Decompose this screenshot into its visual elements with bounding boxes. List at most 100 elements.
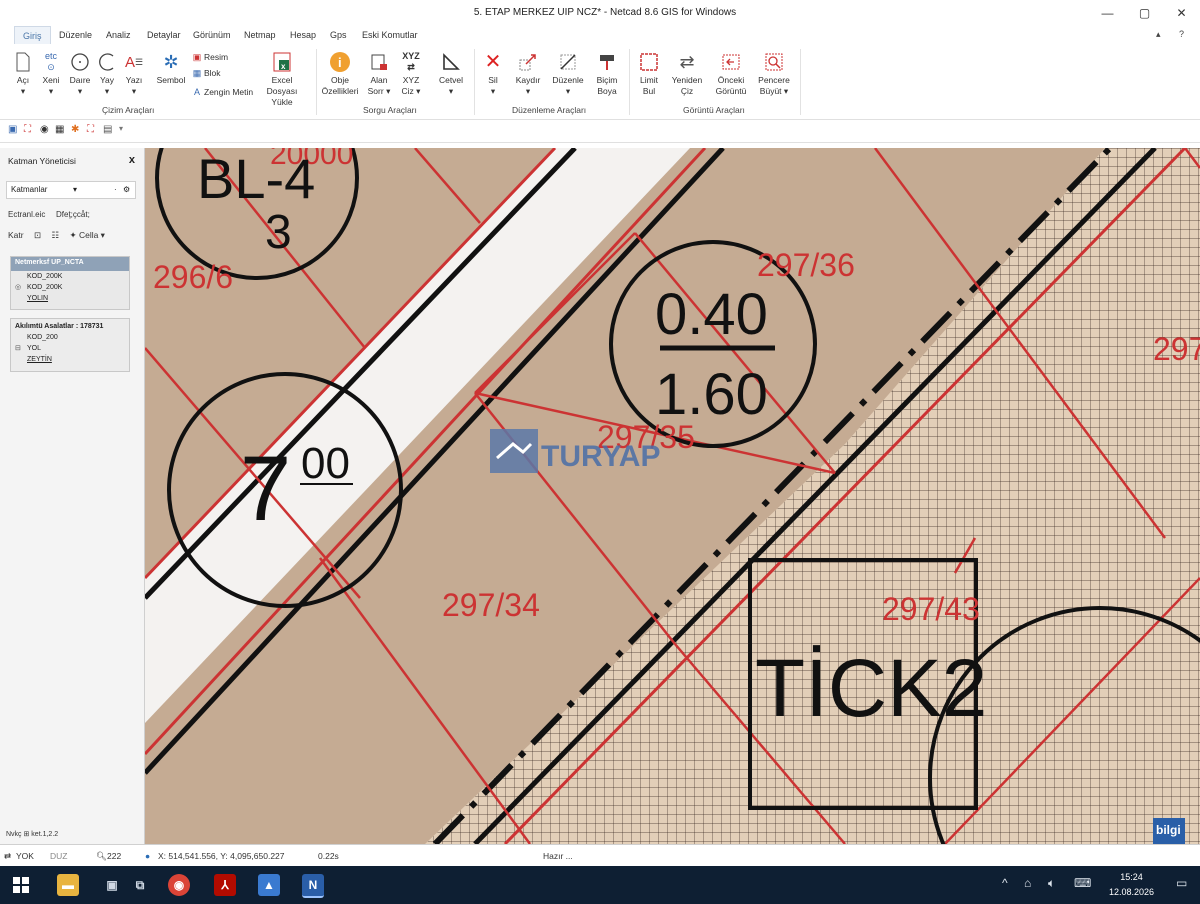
file-explorer-icon[interactable]: ▬ [57, 874, 79, 896]
area-query-button[interactable]: Alan Sorr ▾ [364, 49, 394, 97]
previous-view-icon [712, 49, 750, 75]
ribbon: Açı ▾ etc ⊙ Xeni ▾ Daıre ▾ Yay ▾ A ☰ Yazı ▾ ✲ S… [0, 45, 1200, 120]
task-view-icon[interactable]: ⧉ [129, 874, 151, 896]
tab-eski-komutlar[interactable]: Eski Komutlar [362, 30, 418, 40]
quick-snap-icon[interactable]: ⛶ [24, 124, 31, 135]
rich-text-icon: A [193, 87, 200, 97]
settings-gear-icon[interactable]: ⚙ [123, 185, 130, 194]
limit-find-button[interactable]: Limit Bul [634, 49, 664, 97]
block-label: BL-4 [197, 148, 315, 210]
layer-row[interactable]: ⊟ YOL [11, 343, 129, 354]
object-properties-button[interactable]: i Obje Özellikleri [320, 49, 360, 97]
arc-button[interactable]: Yay ▾ [96, 49, 118, 97]
document-icon [12, 49, 34, 75]
layer-tool-4[interactable]: ✦ Cella ▾ [69, 230, 104, 240]
draw-mode[interactable]: DUZ [50, 851, 67, 861]
edit-button[interactable]: Düzenle ▾ [549, 49, 587, 97]
layer-manager-panel: Katman Yöneticisi x Katmanlar ▾ · ⚙ Ectr… [0, 148, 145, 844]
tab-duzenle[interactable]: Düzenle [59, 30, 92, 40]
zoom-level[interactable]: 222 [107, 851, 121, 861]
symbol-button[interactable]: ✲ Sembol [154, 49, 188, 86]
layer-row[interactable]: KOD_200 [11, 332, 129, 343]
panel-bottom-bar[interactable]: Nvkç ⊞ ket.1,2.2 [6, 830, 58, 838]
photos-icon[interactable]: ▲ [258, 874, 280, 896]
netcad-icon[interactable]: N [302, 874, 324, 898]
tab-gps[interactable]: Gps [330, 30, 347, 40]
map-drawing[interactable]: 20000 BL-4 3 296/6 297/36 297 0.40 1.60 … [145, 148, 1200, 844]
keyboard-icon[interactable]: ⌨ [1074, 876, 1091, 890]
snap-status[interactable]: YOK [16, 851, 34, 861]
previous-view-button[interactable]: Önceki Görüntü [712, 49, 750, 97]
quick-grid-icon[interactable]: ▦ [55, 124, 64, 135]
panel-tab-2[interactable]: Dfeţ;çcåt; [56, 210, 90, 219]
tab-giris[interactable]: Giriş [14, 26, 51, 44]
tray-arrow-icon[interactable]: ^ [1002, 876, 1008, 890]
layer-tool-2[interactable]: ⊡ [34, 230, 41, 240]
format-paint-button[interactable]: Biçim Boya [592, 49, 622, 97]
road-edge [145, 148, 577, 600]
block-button[interactable]: ▦ Blok [192, 68, 221, 79]
layer-tool-1[interactable]: Katr [8, 230, 24, 240]
delete-button[interactable]: ✕ Sil ▾ [480, 49, 506, 97]
rich-text-button[interactable]: A Zengin Metin [192, 87, 253, 97]
pdf-reader-icon[interactable]: ⅄ [214, 874, 236, 896]
tab-netmap[interactable]: Netmap [244, 30, 276, 40]
circle-button[interactable]: Daıre ▾ [68, 49, 92, 97]
quick-extent-icon[interactable]: ⛶ [87, 124, 94, 135]
network-icon[interactable]: ⌂ [1024, 876, 1031, 890]
tab-gorunum[interactable]: Görünüm [193, 30, 231, 40]
quick-more-icon[interactable]: ▾ [119, 124, 123, 133]
layer-row[interactable]: ZEYTİN [11, 354, 129, 365]
quick-layers-icon[interactable]: ▤ [103, 124, 112, 135]
snap-icon[interactable]: ⇄ [4, 851, 11, 862]
layer-group-header-2[interactable]: Akılımtü Asalatlar : 178731 [11, 319, 129, 332]
clock[interactable]: 15:24 12.08.2026 [1109, 870, 1154, 900]
edit-line-icon [549, 49, 587, 75]
desktop-icon[interactable]: ▣ [101, 874, 123, 896]
ratio-bottom: 1.60 [655, 362, 768, 427]
panel-title: Katman Yöneticisi [8, 156, 76, 166]
ribbon-controls[interactable]: ▴ ? [1156, 29, 1192, 40]
new-button[interactable]: etc ⊙ Xeni ▾ [38, 49, 64, 97]
panel-tab-1[interactable]: Ectranl.eic [8, 210, 45, 219]
tab-hesap[interactable]: Hesap [290, 30, 316, 40]
open-button[interactable]: Açı ▾ [12, 49, 34, 97]
xyz-draw-button[interactable]: XYZ ⇄ XYZ Ciz ▾ [398, 49, 424, 97]
layer-type-icon: ⊟ [15, 345, 21, 352]
close-button[interactable]: ✕ [1163, 0, 1200, 26]
visibility-icon[interactable]: ◎ [15, 282, 21, 293]
parcel-label-297-36: 297/36 [757, 247, 855, 283]
excel-load-button[interactable]: x Excel Dosyası Yükle [256, 49, 308, 108]
layer-tool-3[interactable]: ☷ [51, 230, 59, 240]
area-label-1: Alan [370, 75, 388, 85]
layer-row[interactable]: YOLIN [11, 293, 129, 304]
map-canvas[interactable]: 20000 BL-4 3 296/6 297/36 297 0.40 1.60 … [145, 148, 1200, 844]
zoom-window-button[interactable]: Pencere Büyüt ▾ [756, 49, 792, 97]
taskbar: ▬ ▣ ⧉ ◉ ⅄ ▲ N ^ ⌂ 🔈︎ ⌨ 15:24 12.08.2026 … [0, 866, 1200, 904]
minimize-button[interactable]: — [1089, 0, 1126, 26]
ruler-button[interactable]: Cetvel ▾ [434, 49, 468, 97]
volume-icon[interactable]: 🔈︎ [1048, 876, 1055, 891]
xyz-icon: XYZ ⇄ [402, 51, 420, 72]
layer-row[interactable]: ◎ KOD_200K [11, 282, 129, 293]
layer-group-header-1[interactable]: Netmerksf UP_NCTA [11, 257, 129, 271]
watermark-logo [490, 429, 538, 473]
text-button[interactable]: A ☰ Yazı ▾ [122, 49, 146, 97]
layers-dropdown[interactable]: Katmanlar ▾ · ⚙ [6, 181, 136, 199]
panel-close-button[interactable]: x [129, 154, 135, 166]
image-button[interactable]: ▣ Resim [192, 52, 228, 63]
tab-analiz[interactable]: Analiz [106, 30, 131, 40]
tab-detaylar[interactable]: Detaylar [147, 30, 181, 40]
windows-start-icon[interactable] [10, 874, 32, 896]
redraw-button[interactable]: ⇄ Yeniden Çiz [668, 49, 706, 97]
notification-icon[interactable]: ▭ [1176, 876, 1187, 890]
area-icon [364, 49, 394, 75]
maximize-button[interactable]: ▢ [1126, 0, 1163, 26]
arc-label: Yay [99, 75, 115, 85]
chrome-icon[interactable]: ◉ [168, 874, 190, 896]
quick-save-icon[interactable]: ▣ [8, 124, 17, 135]
quick-eye-icon[interactable]: ◉ [40, 124, 49, 135]
move-button[interactable]: Kaydır ▾ [511, 49, 545, 97]
layer-row[interactable]: KOD_200K [11, 271, 129, 282]
quick-settings-icon[interactable]: ✱ [71, 124, 79, 135]
